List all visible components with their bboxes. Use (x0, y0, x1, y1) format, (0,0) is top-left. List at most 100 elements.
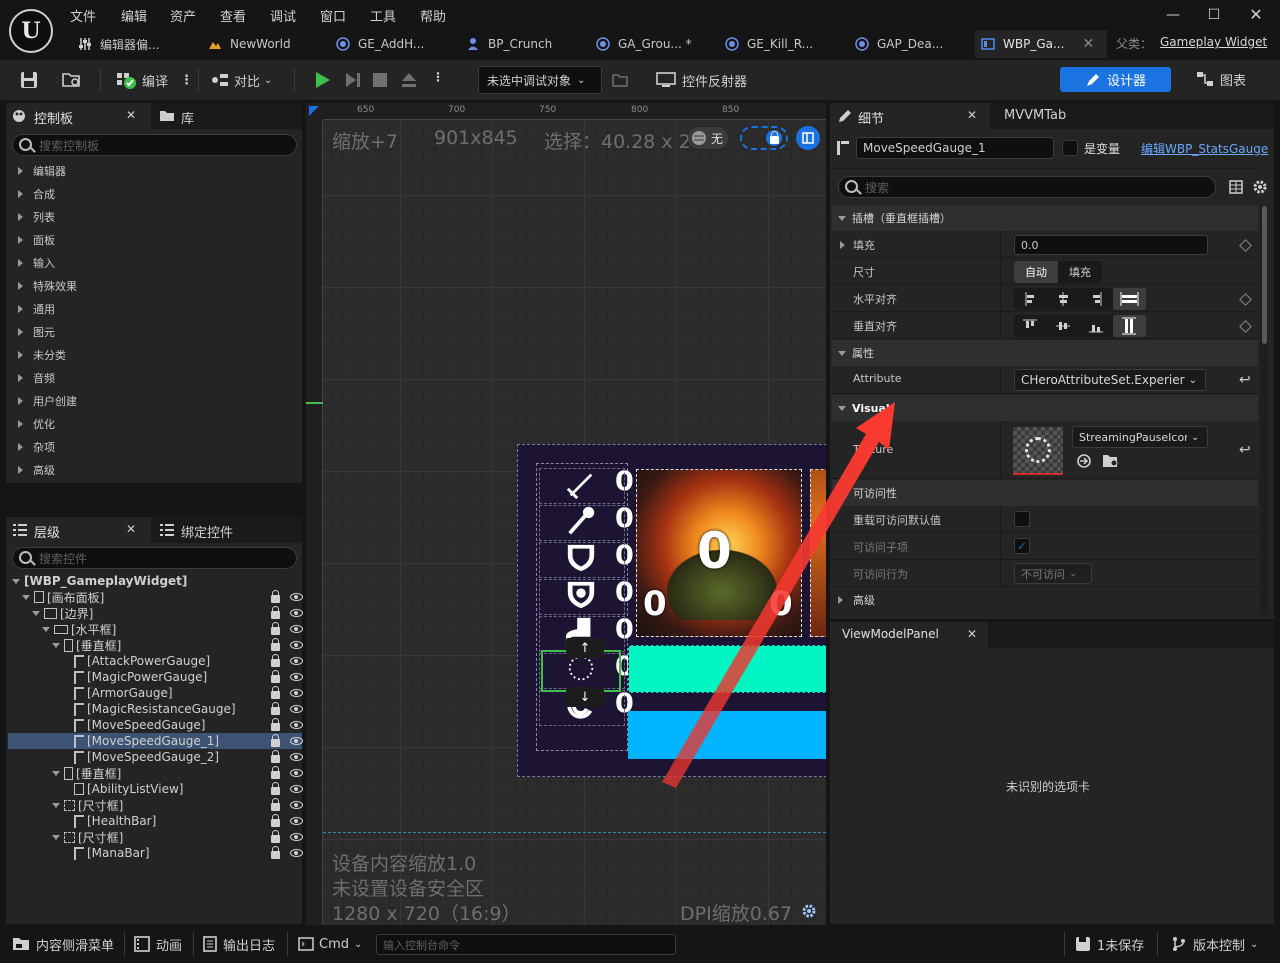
details-search-input[interactable]: 搜索 (838, 176, 1216, 198)
lock-icon[interactable] (271, 718, 280, 731)
bind-widgets-tab[interactable]: 绑定控件 (151, 517, 302, 543)
edit-stats-gauge-link[interactable]: 编辑WBP_StatsGauge (1141, 140, 1268, 157)
eye-icon[interactable] (290, 641, 303, 649)
hierarchy-tab[interactable]: 层级 ✕ (6, 517, 151, 543)
unsaved-button[interactable]: 1未保存 (1075, 934, 1144, 954)
eye-icon[interactable] (290, 849, 303, 857)
expand-caret-icon[interactable] (12, 578, 20, 584)
eye-icon[interactable] (290, 785, 303, 793)
hierarchy-row[interactable]: [垂直框] (52, 765, 121, 781)
hierarchy-row[interactable]: [MagicPowerGauge] (62, 669, 207, 685)
animation-button[interactable]: 动画 (134, 934, 182, 954)
widget-name-input[interactable]: MoveSpeedGauge_1 (856, 137, 1054, 159)
eye-icon[interactable] (290, 689, 303, 697)
menu-file[interactable]: 文件 (70, 6, 96, 25)
tab-newworld[interactable]: NewWorld (202, 30, 291, 58)
parent-class-link[interactable]: Gameplay Widget (1160, 35, 1267, 49)
stat-gauge-widget[interactable] (539, 579, 625, 615)
palette-category[interactable]: 面板 (18, 230, 55, 250)
viewmodel-tab[interactable]: ViewModelPanel ✕ (830, 622, 988, 648)
hierarchy-row[interactable]: [垂直框] (52, 637, 121, 653)
browse-asset-icon[interactable] (1102, 453, 1120, 469)
visual-section-header[interactable]: Visual (832, 395, 1258, 421)
align-bottom-icon[interactable] (1080, 315, 1113, 337)
details-tab[interactable]: 细节 ✕ (830, 103, 990, 129)
hierarchy-row[interactable]: [MagicResistanceGauge] (62, 701, 236, 717)
content-drawer-button[interactable]: 内容侧滑菜单 (12, 934, 114, 954)
align-center-v-icon[interactable] (1047, 315, 1080, 337)
tab-bp-crunch[interactable]: BP_Crunch (460, 30, 552, 58)
lock-icon[interactable] (271, 702, 280, 715)
expand-caret-icon[interactable] (52, 642, 60, 648)
menu-help[interactable]: 帮助 (420, 6, 446, 25)
expand-caret-icon[interactable] (32, 610, 40, 616)
designer-canvas[interactable]: 650 700 750 800 850 缩放+7 901x845 选择：40.2… (306, 103, 826, 925)
expand-caret-icon[interactable] (52, 770, 60, 776)
hierarchy-row[interactable]: [AbilityListView] (62, 781, 183, 797)
details-scrollbar-thumb[interactable] (1262, 206, 1267, 344)
menu-edit[interactable]: 编辑 (121, 6, 147, 25)
accessibility-section-header[interactable]: 可访问性 (832, 480, 1258, 506)
tab-wbp-gameplay[interactable]: WBP_Ga... ✕ (975, 30, 1107, 58)
menu-asset[interactable]: 资产 (170, 6, 196, 25)
lock-icon[interactable] (271, 654, 280, 667)
lock-icon[interactable] (271, 846, 280, 859)
close-icon[interactable]: ✕ (967, 108, 977, 122)
widget-reflector-button[interactable]: 控件反射器 (656, 69, 747, 91)
hierarchy-search-input[interactable]: 搜索控件 (12, 547, 297, 569)
browse-folder-icon[interactable] (62, 71, 82, 89)
lock-icon[interactable] (271, 814, 280, 827)
advanced-section-header[interactable]: 高级 (832, 587, 1258, 613)
eye-icon[interactable] (290, 721, 303, 729)
align-center-h-icon[interactable] (1047, 288, 1080, 310)
menu-window[interactable]: 窗口 (320, 6, 346, 25)
padding-input[interactable]: 0.0 (1014, 235, 1208, 255)
palette-category[interactable]: 未分类 (18, 345, 66, 365)
lock-icon[interactable] (271, 750, 280, 763)
localization-toggle[interactable]: 无 (688, 127, 728, 149)
override-accessible-checkbox[interactable] (1014, 511, 1030, 527)
lock-icon[interactable] (271, 638, 280, 651)
stat-gauge-widget[interactable] (539, 468, 625, 504)
gameplay-widget-preview[interactable]: 0000000 0 0 0 (517, 444, 826, 777)
palette-category[interactable]: 高级 (18, 460, 55, 480)
palette-category[interactable]: 输入 (18, 253, 55, 273)
menu-debug[interactable]: 调试 (270, 6, 296, 25)
maximize-icon[interactable]: ☐ (1201, 4, 1227, 26)
expand-caret-icon[interactable] (22, 594, 30, 600)
tab-gap-dea[interactable]: GAP_Dea... (849, 30, 943, 58)
lock-icon[interactable] (271, 670, 280, 683)
gear-icon[interactable] (801, 903, 817, 919)
console-input[interactable]: 输入控制台命令 (376, 934, 676, 955)
hierarchy-row[interactable]: [边界] (32, 605, 93, 621)
output-log-button[interactable]: 输出日志 (203, 934, 275, 954)
tab-ge-addh[interactable]: GE_AddH... (330, 30, 424, 58)
eject-icon[interactable] (400, 71, 418, 89)
lock-icon[interactable] (271, 782, 280, 795)
size-fill-option[interactable]: 填充 (1058, 261, 1102, 283)
hierarchy-row[interactable]: [尺寸框] (52, 829, 123, 845)
expand-caret-icon[interactable] (52, 802, 60, 808)
eye-icon[interactable] (290, 705, 303, 713)
slot-section-header[interactable]: 插槽（垂直框插槽） (832, 205, 1258, 231)
palette-category[interactable]: 特殊效果 (18, 276, 77, 296)
play-options-icon[interactable]: ⋮ (432, 70, 444, 84)
eye-icon[interactable] (290, 833, 303, 841)
eye-icon[interactable] (290, 673, 303, 681)
hierarchy-row[interactable]: [ManaBar] (62, 845, 150, 861)
palette-category[interactable]: 杂项 (18, 437, 55, 457)
menu-tools[interactable]: 工具 (370, 6, 396, 25)
cmd-select[interactable]: Cmd ⌄ (298, 934, 362, 954)
hierarchy-row[interactable]: [HealthBar] (62, 813, 156, 829)
tab-editor-preferences[interactable]: 编辑器偏... (72, 30, 159, 58)
is-variable-checkbox[interactable] (1062, 140, 1078, 156)
align-top-icon[interactable] (1014, 315, 1047, 337)
menu-view[interactable]: 查看 (220, 6, 246, 25)
tab-ge-kill[interactable]: GE_Kill_R... (719, 30, 813, 58)
attribute-section-header[interactable]: 属性 (832, 340, 1258, 366)
compile-options-icon[interactable]: ⋮ (180, 73, 193, 88)
save-icon[interactable] (20, 71, 38, 89)
lock-icon[interactable] (271, 766, 280, 779)
close-icon[interactable]: ✕ (126, 108, 136, 122)
palette-category[interactable]: 合成 (18, 184, 55, 204)
